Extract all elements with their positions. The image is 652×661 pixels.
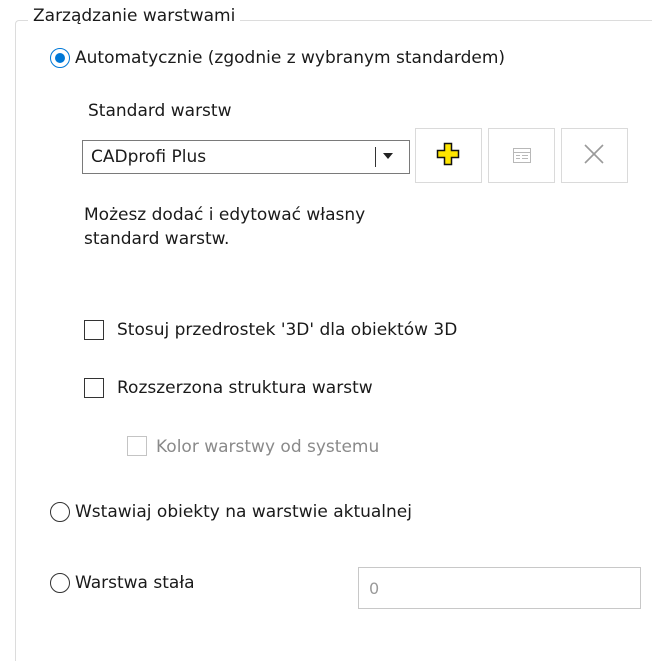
extended-structure-checkbox[interactable] xyxy=(84,378,104,398)
standard-hint-line2: standard warstw. xyxy=(84,229,230,249)
prefix-3d-label[interactable]: Stosuj przedrostek '3D' dla obiektów 3D xyxy=(117,319,457,341)
auto-mode-label[interactable]: Automatycznie (zgodnie z wybranym standa… xyxy=(75,47,505,69)
delete-standard-button[interactable] xyxy=(561,128,628,183)
fixed-layer-label[interactable]: Warstwa stała xyxy=(75,572,195,594)
add-standard-button[interactable] xyxy=(415,128,482,183)
standard-combobox[interactable]: CADprofi Plus xyxy=(82,140,410,174)
current-layer-label[interactable]: Wstawiaj obiekty na warstwie aktualnej xyxy=(75,501,412,523)
radio-selected-dot xyxy=(55,53,65,63)
group-title: Zarządzanie warstwami xyxy=(28,6,241,26)
edit-standard-button[interactable] xyxy=(488,128,555,183)
standard-label: Standard warstw xyxy=(88,101,232,121)
fixed-layer-textbox[interactable] xyxy=(358,567,641,609)
plus-icon xyxy=(436,142,460,166)
delete-x-icon xyxy=(584,144,604,164)
fixed-layer-radio[interactable] xyxy=(50,573,70,593)
standard-hint-line1: Możesz dodać i edytować własny xyxy=(84,205,366,225)
combobox-separator xyxy=(375,147,376,167)
dropdown-arrow-icon[interactable] xyxy=(383,153,393,159)
fixed-layer-input[interactable] xyxy=(359,568,640,608)
prefix-3d-checkbox[interactable] xyxy=(84,320,104,340)
standard-combobox-value: CADprofi Plus xyxy=(91,147,207,167)
edit-icon xyxy=(513,148,531,163)
current-layer-radio[interactable] xyxy=(50,502,70,522)
extended-structure-label[interactable]: Rozszerzona struktura warstw xyxy=(117,377,373,399)
system-color-label: Kolor warstwy od systemu xyxy=(156,437,380,457)
system-color-checkbox[interactable] xyxy=(127,436,147,456)
auto-mode-radio[interactable] xyxy=(50,48,70,68)
